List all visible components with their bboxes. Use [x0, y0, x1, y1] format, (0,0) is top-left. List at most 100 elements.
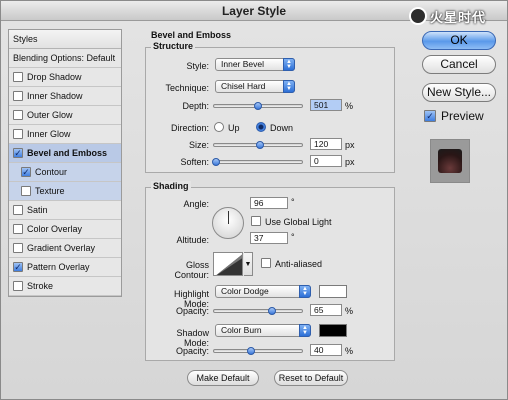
- direction-down-label: Down: [270, 123, 294, 133]
- blending-options-label: Blending Options: Default: [13, 52, 116, 63]
- global-light-checkbox[interactable]: [251, 216, 261, 226]
- style-item-checkbox[interactable]: ✓: [21, 167, 31, 177]
- style-item-checkbox[interactable]: [13, 129, 23, 139]
- shadow-opacity-thumb[interactable]: [247, 347, 255, 355]
- highlight-opacity-thumb[interactable]: [268, 307, 276, 315]
- style-item-checkbox[interactable]: [13, 110, 23, 120]
- technique-dropdown[interactable]: Chisel Hard ▲ ▼: [215, 80, 295, 93]
- highlight-opacity-slider[interactable]: [213, 307, 303, 315]
- angle-needle: [228, 211, 229, 224]
- style-item-label: Bevel and Emboss: [27, 147, 108, 158]
- soften-slider[interactable]: [212, 158, 303, 166]
- style-item-inner-shadow[interactable]: Inner Shadow: [9, 87, 121, 106]
- style-item-stroke[interactable]: Stroke: [9, 277, 121, 296]
- angle-input[interactable]: 96: [250, 197, 288, 209]
- make-default-button[interactable]: Make Default: [187, 370, 259, 386]
- style-item-color-overlay[interactable]: Color Overlay: [9, 220, 121, 239]
- highlight-opacity-input[interactable]: 65: [310, 304, 342, 316]
- altitude-label: Altitude:: [176, 235, 209, 245]
- soften-unit: px: [345, 157, 355, 167]
- size-slider[interactable]: [213, 141, 303, 149]
- technique-label: Technique:: [165, 83, 209, 93]
- depth-label: Depth:: [182, 101, 209, 111]
- depth-unit: %: [345, 101, 354, 111]
- style-item-outer-glow[interactable]: Outer Glow: [9, 106, 121, 125]
- shadow-mode-dropdown[interactable]: Color Burn ▲ ▼: [215, 324, 311, 337]
- direction-up-radio[interactable]: [214, 122, 224, 132]
- ok-button[interactable]: OK: [422, 31, 496, 50]
- style-item-checkbox[interactable]: [13, 243, 23, 253]
- shadow-mode-label: Shadow Mode:: [176, 328, 209, 348]
- preview-thumbnail: [430, 139, 470, 183]
- angle-unit: °: [291, 197, 295, 207]
- gloss-contour-label: Gloss Contour:: [174, 260, 209, 280]
- angle-dial[interactable]: [212, 207, 244, 239]
- style-item-label: Texture: [35, 185, 65, 196]
- depth-slider[interactable]: [213, 102, 303, 110]
- style-item-checkbox[interactable]: [13, 72, 23, 82]
- preview-checkbox[interactable]: ✓: [424, 110, 436, 122]
- depth-slider-thumb[interactable]: [254, 102, 262, 110]
- dropdown-arrows-icon: ▲ ▼: [283, 58, 295, 71]
- style-item-checkbox[interactable]: [13, 224, 23, 234]
- style-item-checkbox[interactable]: ✓: [13, 262, 23, 272]
- highlight-opacity-unit: %: [345, 306, 354, 316]
- preview-label: Preview: [441, 109, 484, 123]
- anti-aliased-label: Anti-aliased: [275, 259, 323, 269]
- style-item-satin[interactable]: Satin: [9, 201, 121, 220]
- highlight-mode-value: Color Dodge: [221, 286, 269, 296]
- style-item-label: Inner Glow: [27, 128, 71, 139]
- anti-aliased-checkbox[interactable]: [261, 258, 271, 268]
- watermark-icon: [409, 7, 427, 25]
- title-bar[interactable]: Layer Style 火星时代: [1, 1, 507, 25]
- style-item-checkbox[interactable]: [13, 205, 23, 215]
- shadow-mode-value: Color Burn: [221, 325, 262, 335]
- gloss-contour-preview[interactable]: [213, 252, 243, 276]
- blending-options-item[interactable]: Blending Options: Default: [9, 49, 121, 68]
- style-item-label: Contour: [35, 166, 68, 177]
- style-item-bevel-and-emboss[interactable]: ✓ Bevel and Emboss: [9, 144, 121, 163]
- style-item-gradient-overlay[interactable]: Gradient Overlay: [9, 239, 121, 258]
- size-input[interactable]: 120: [310, 138, 342, 150]
- watermark-logo: 火星时代: [409, 2, 501, 30]
- size-slider-thumb[interactable]: [256, 141, 264, 149]
- style-item-checkbox[interactable]: [21, 186, 31, 196]
- contour-curve-icon: [216, 254, 242, 275]
- altitude-input[interactable]: 37: [250, 232, 288, 244]
- highlight-color-swatch[interactable]: [319, 285, 347, 298]
- shadow-opacity-slider[interactable]: [213, 347, 303, 355]
- shadow-opacity-input[interactable]: 40: [310, 344, 342, 356]
- style-dropdown[interactable]: Inner Bevel ▲ ▼: [215, 58, 295, 71]
- bevel-emboss-title: Bevel and Emboss: [151, 30, 232, 40]
- dropdown-arrows-icon: ▲ ▼: [299, 285, 311, 298]
- soften-slider-thumb[interactable]: [212, 158, 220, 166]
- depth-input[interactable]: 501: [310, 99, 342, 111]
- style-item-texture[interactable]: Texture: [9, 182, 121, 201]
- cancel-button[interactable]: Cancel: [422, 55, 496, 74]
- style-item-label: Inner Shadow: [27, 90, 83, 101]
- style-item-checkbox[interactable]: [13, 91, 23, 101]
- style-item-label: Stroke: [27, 280, 54, 291]
- new-style-button[interactable]: New Style...: [422, 83, 496, 102]
- style-item-drop-shadow[interactable]: Drop Shadow: [9, 68, 121, 87]
- soften-input[interactable]: 0: [310, 155, 342, 167]
- shadow-opacity-unit: %: [345, 346, 354, 356]
- angle-label: Angle:: [183, 199, 209, 209]
- style-label: Style:: [186, 61, 209, 71]
- shadow-opacity-label: Opacity:: [175, 346, 209, 356]
- soften-label: Soften:: [180, 157, 209, 167]
- highlight-mode-dropdown[interactable]: Color Dodge ▲ ▼: [215, 285, 311, 298]
- reset-to-default-button[interactable]: Reset to Default: [274, 370, 348, 386]
- style-item-inner-glow[interactable]: Inner Glow: [9, 125, 121, 144]
- style-item-checkbox[interactable]: [13, 281, 23, 291]
- styles-header[interactable]: Styles: [9, 30, 121, 49]
- style-item-contour[interactable]: ✓ Contour: [9, 163, 121, 182]
- style-item-pattern-overlay[interactable]: ✓ Pattern Overlay: [9, 258, 121, 277]
- shadow-color-swatch[interactable]: [319, 324, 347, 337]
- highlight-opacity-label: Opacity:: [175, 306, 209, 316]
- style-item-checkbox[interactable]: ✓: [13, 148, 23, 158]
- direction-down-radio[interactable]: [256, 122, 266, 132]
- contour-dropdown-arrow[interactable]: ▼: [244, 252, 253, 276]
- dropdown-arrows-icon: ▲ ▼: [283, 80, 295, 93]
- style-value: Inner Bevel: [221, 59, 264, 69]
